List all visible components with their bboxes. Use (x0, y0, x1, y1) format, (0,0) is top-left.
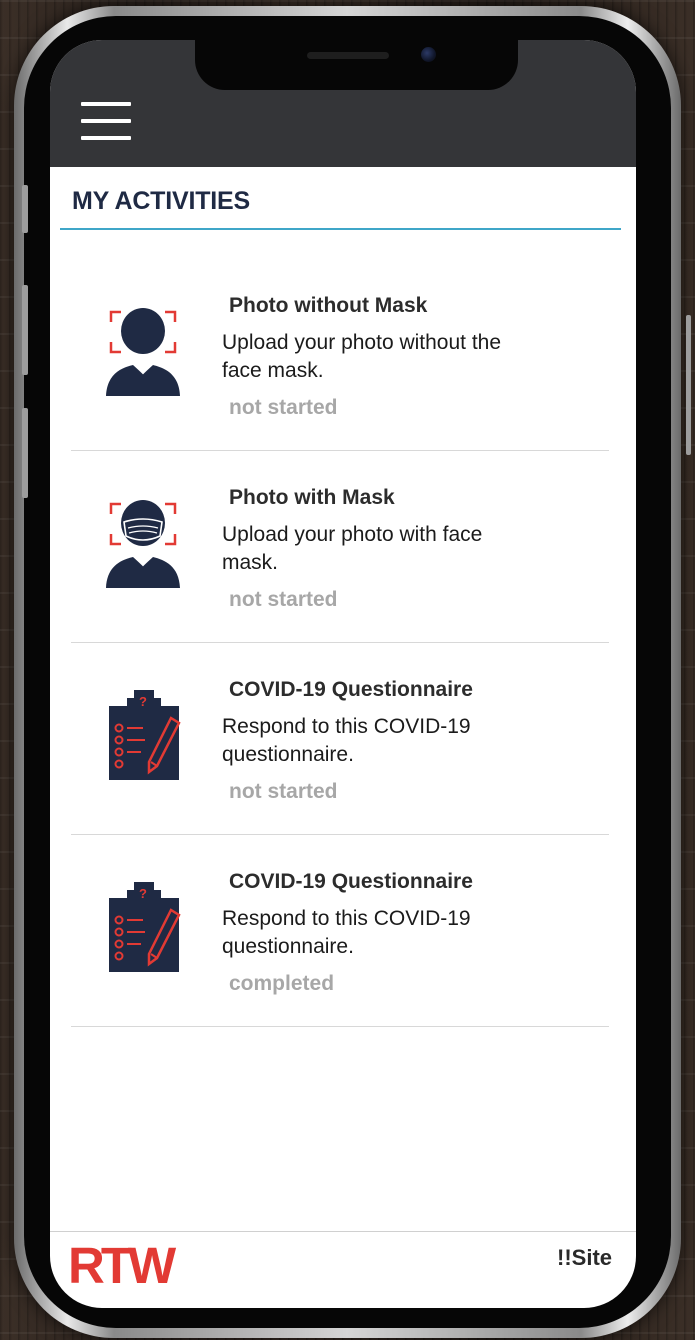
phone-side-button-power (686, 315, 691, 455)
activity-description: Upload your photo without the face mask. (222, 331, 502, 382)
clipboard-questionnaire-icon: ? (109, 690, 181, 780)
activity-status: not started (229, 396, 338, 419)
face-scan-with-mask-icon (106, 500, 180, 588)
activity-item-covid-questionnaire[interactable]: ? COVID-19 Questionnaire Respond to this… (71, 642, 609, 835)
activity-item-covid-questionnaire-completed[interactable]: ? COVID-19 Questionnaire Respond to this… (71, 834, 609, 1027)
activity-title: Photo with Mask (229, 486, 395, 509)
activity-status: not started (229, 588, 338, 611)
activity-title: COVID-19 Questionnaire (229, 678, 473, 701)
activity-item-photo-with-mask[interactable]: Photo with Mask Upload your photo with f… (71, 450, 609, 643)
app-header-bar (50, 40, 636, 167)
activity-description: Upload your photo with face mask. (222, 523, 483, 574)
clipboard-questionnaire-icon: ? (109, 882, 181, 972)
phone-side-button-silent (22, 185, 28, 233)
footer-divider (50, 1231, 636, 1232)
activity-description: Respond to this COVID-19 questionnaire. (222, 907, 471, 958)
phone-notch (195, 40, 518, 90)
activity-status: not started (229, 780, 338, 803)
page-heading: MY ACTIVITIES (60, 167, 621, 230)
site-link[interactable]: !!Site (557, 1245, 612, 1271)
face-scan-no-mask-icon (106, 308, 180, 396)
front-camera (421, 47, 436, 62)
activity-status: completed (229, 972, 335, 995)
svg-text:?: ? (139, 694, 147, 709)
phone-screen: MY ACTIVITIES Photo without Mask Upload … (50, 40, 636, 1308)
page-title: MY ACTIVITIES (72, 187, 250, 215)
phone-side-button-volume-down (22, 408, 28, 498)
activity-item-photo-without-mask[interactable]: Photo without Mask Upload your photo wit… (71, 258, 609, 451)
rtw-logo: RTW (68, 1237, 176, 1294)
phone-side-button-volume-up (22, 285, 28, 375)
activity-title: COVID-19 Questionnaire (229, 870, 473, 893)
earpiece-speaker (307, 52, 389, 59)
svg-text:?: ? (139, 886, 147, 901)
hamburger-menu-icon[interactable] (81, 102, 131, 142)
activity-title: Photo without Mask (229, 294, 428, 317)
activity-description: Respond to this COVID-19 questionnaire. (222, 715, 471, 766)
